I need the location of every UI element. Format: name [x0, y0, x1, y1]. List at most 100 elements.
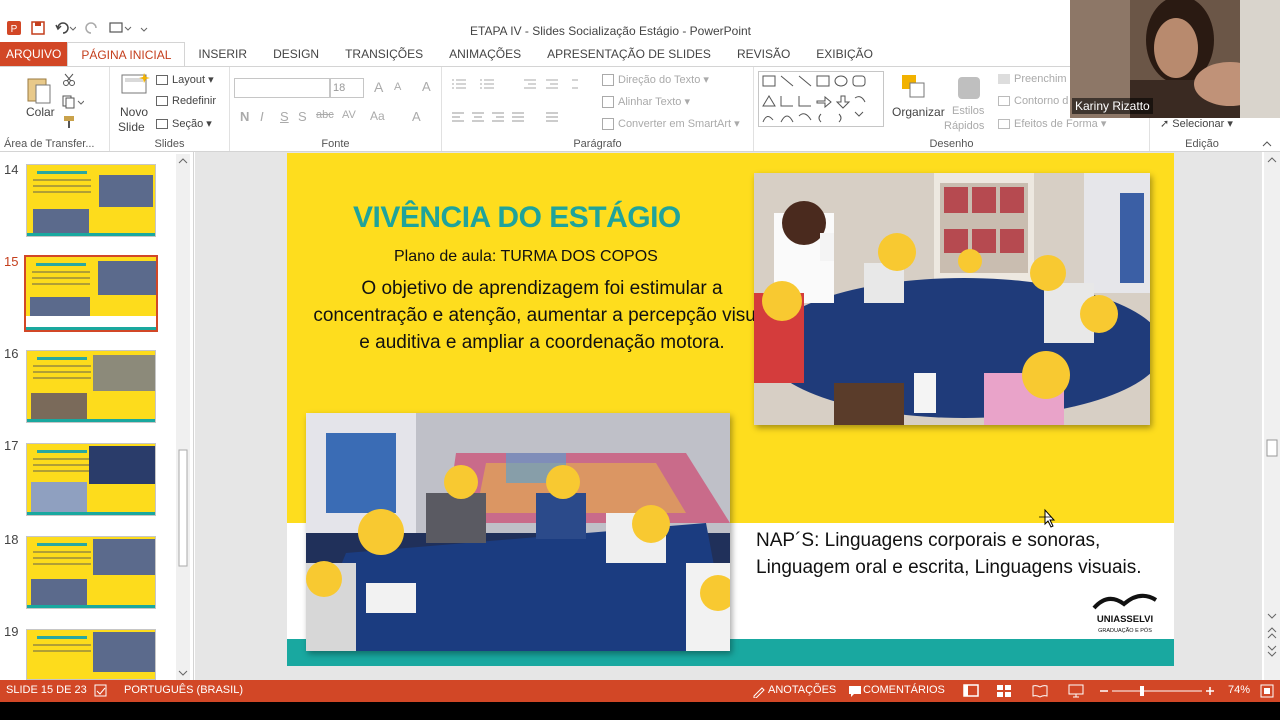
tab-animacoes[interactable]: ANIMAÇÕES [436, 42, 534, 66]
bullets-icon[interactable] [450, 77, 510, 94]
arrange-label[interactable]: Organizar [892, 105, 945, 119]
emoji-sticker [958, 249, 982, 273]
tab-inserir[interactable]: INSERIR [185, 42, 260, 66]
thumb-photo [31, 393, 87, 419]
start-from-beginning-icon[interactable] [108, 20, 132, 39]
align-text-label: Alinhar Texto [618, 96, 682, 108]
slide-thumbnail-17[interactable] [26, 443, 156, 516]
classroom-photo-top[interactable] [754, 173, 1150, 425]
shrink-font-button[interactable]: A [394, 81, 401, 93]
clear-formatting-button[interactable]: A [422, 79, 431, 94]
shape-fill-button[interactable]: Preenchim [998, 73, 1067, 85]
comments-icon[interactable] [848, 684, 862, 701]
slide-thumbnail-16[interactable] [26, 350, 156, 423]
slide-thumbnail-19[interactable] [26, 629, 156, 680]
slide-naps-text[interactable]: NAP´S: Linguagens corporais e sonoras, L… [756, 527, 1168, 581]
zoom-slider[interactable] [1098, 684, 1218, 701]
classroom-photo-bottom[interactable] [306, 413, 730, 651]
slide-thumbnail-15[interactable] [24, 255, 158, 332]
text-direction-label: Direção do Texto [618, 74, 701, 86]
underline-button[interactable]: S [280, 109, 289, 124]
text-direction-icon [602, 74, 614, 87]
arrange-icon[interactable] [900, 73, 930, 103]
tab-revisao[interactable]: REVISÃO [724, 42, 803, 66]
new-slide-label-2[interactable]: Slide [118, 120, 145, 134]
slide-scrollbar[interactable] [1264, 152, 1280, 680]
slideshow-icon[interactable] [1068, 684, 1084, 701]
new-slide-label-1[interactable]: Novo [120, 105, 148, 119]
redo-icon[interactable] [84, 20, 100, 39]
paste-label[interactable]: Colar [26, 105, 55, 119]
tab-design[interactable]: DESIGN [260, 42, 332, 66]
font-name-input[interactable] [234, 78, 330, 98]
quick-styles-label-2[interactable]: Rápidos [944, 120, 984, 132]
participant-name: Kariny Rizatto [1072, 98, 1153, 114]
slide-subtitle[interactable]: Plano de aula: TURMA DOS COPOS [394, 248, 658, 266]
copy-icon[interactable] [62, 95, 85, 112]
thumb-number: 17 [4, 438, 19, 453]
select-button[interactable]: ➚ Selecionar ▾ [1160, 117, 1233, 130]
slide-thumbnails-panel: 14 15 16 17 18 19 [0, 152, 194, 680]
slide-counter: SLIDE 15 DE 23 [6, 684, 87, 696]
bold-button[interactable]: N [240, 109, 249, 124]
section-icon [156, 119, 168, 130]
cut-icon[interactable] [62, 73, 76, 90]
thumb-footer [27, 419, 155, 422]
save-icon[interactable] [30, 20, 46, 39]
change-case-button[interactable]: Aa [370, 109, 385, 123]
align-text-button[interactable]: Alinhar Texto ▾ [602, 95, 690, 109]
layout-button[interactable]: Layout ▾ [156, 73, 214, 86]
char-spacing-button[interactable]: AV [342, 109, 356, 121]
shape-effects-button[interactable]: Efeitos de Forma ▾ [998, 117, 1106, 130]
spellcheck-icon[interactable] [94, 684, 108, 701]
quick-styles-icon[interactable] [954, 73, 984, 103]
text-direction-button[interactable]: Direção do Texto ▾ [602, 73, 709, 87]
slide-thumbnail-18[interactable] [26, 536, 156, 609]
thumbnails-scrollbar[interactable] [176, 154, 190, 680]
section-button[interactable]: Seção ▾ [156, 117, 212, 130]
normal-view-icon[interactable] [963, 684, 979, 701]
format-painter-icon[interactable] [62, 115, 76, 132]
notes-button[interactable]: ANOTAÇÕES [768, 684, 836, 696]
font-color-button[interactable]: A [412, 109, 421, 124]
strikethrough-button[interactable]: abc [316, 109, 334, 121]
thumb-text-line [32, 271, 90, 273]
new-slide-icon[interactable] [120, 71, 150, 101]
reset-icon [156, 96, 168, 107]
undo-icon[interactable] [54, 20, 77, 39]
thumb-text-line [33, 191, 91, 193]
uniasselvi-logo: UNIASSELVI GRADUAÇÃO E PÓS [1092, 586, 1158, 634]
reading-view-icon[interactable] [1032, 684, 1048, 701]
shadow-button[interactable]: S [298, 109, 307, 124]
italic-button[interactable]: I [260, 109, 264, 124]
shape-outline-button[interactable]: Contorno d [998, 95, 1068, 107]
paragraph-group: Direção do Texto ▾ Alinhar Texto ▾ Conve… [442, 67, 754, 151]
quick-styles-label-1[interactable]: Estilos [952, 105, 984, 117]
tab-arquivo[interactable]: ARQUIVO [0, 42, 68, 66]
grow-font-button[interactable]: A [374, 79, 383, 95]
fit-to-window-icon[interactable] [1260, 684, 1274, 701]
customize-qat-icon[interactable] [140, 20, 148, 39]
smartart-button[interactable]: Converter em SmartArt ▾ [602, 117, 740, 131]
slide-title[interactable]: VIVÊNCIA DO ESTÁGIO [353, 201, 681, 235]
reset-button[interactable]: Redefinir [156, 95, 216, 107]
slide-body-text[interactable]: O objetivo de aprendizagem foi estimular… [307, 275, 777, 356]
comments-button[interactable]: COMENTÁRIOS [863, 684, 945, 696]
font-size-input[interactable]: 18 [330, 78, 364, 98]
slide-thumbnail-14[interactable] [26, 164, 156, 237]
tab-pagina-inicial[interactable]: PÁGINA INICIAL [67, 42, 186, 66]
current-slide[interactable]: VIVÊNCIA DO ESTÁGIO Plano de aula: TURMA… [287, 153, 1174, 666]
tab-apresentacao[interactable]: APRESENTAÇÃO DE SLIDES [534, 42, 724, 66]
drawing-group-label: Desenho [929, 138, 974, 150]
paste-icon[interactable] [24, 75, 54, 105]
collapse-ribbon-icon[interactable] [1262, 139, 1272, 151]
slide-sorter-icon[interactable] [996, 684, 1012, 701]
zoom-level[interactable]: 74% [1228, 684, 1250, 696]
notes-icon[interactable] [752, 684, 766, 701]
tab-transicoes[interactable]: TRANSIÇÕES [332, 42, 436, 66]
indent-icons[interactable] [522, 77, 592, 94]
tab-exibicao[interactable]: EXIBIÇÃO [803, 42, 886, 66]
language-indicator[interactable]: PORTUGUÊS (BRASIL) [124, 684, 243, 696]
align-icons[interactable] [450, 111, 570, 128]
shapes-gallery[interactable] [758, 71, 884, 127]
